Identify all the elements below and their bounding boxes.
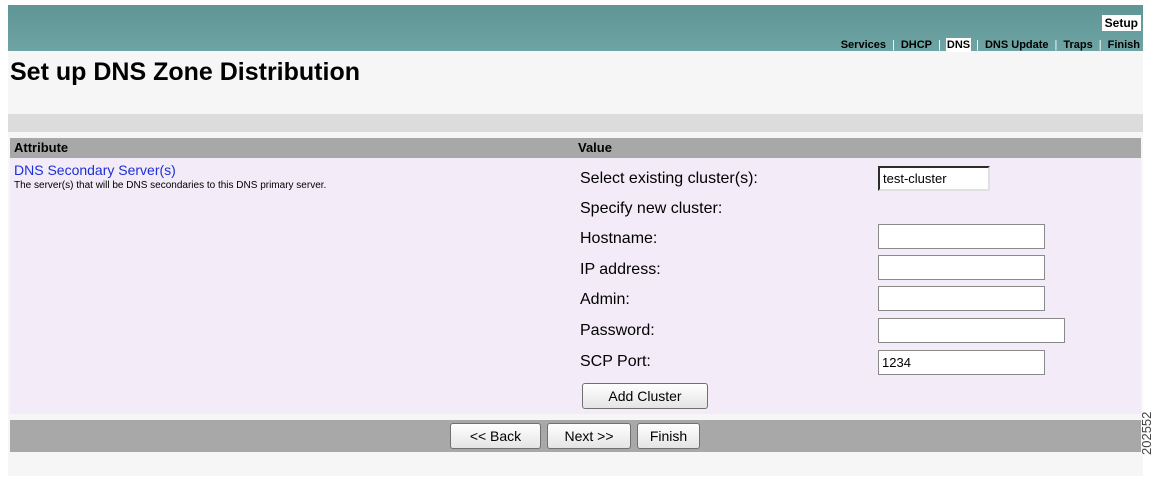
scp-port-label: SCP Port: [580, 353, 651, 370]
next-button[interactable]: Next >> [547, 423, 631, 449]
divider-bar [8, 114, 1143, 132]
attribute-column-header: Attribute [14, 140, 69, 155]
nav-item-services[interactable]: Services [840, 38, 887, 52]
attribute-name-link[interactable]: DNS Secondary Server(s) [14, 162, 176, 178]
select-cluster-field[interactable] [878, 166, 990, 191]
ip-address-input[interactable] [878, 255, 1045, 280]
back-button[interactable]: << Back [450, 423, 541, 449]
nav-item-traps[interactable]: Traps [1062, 38, 1093, 52]
top-navigation-bar: Setup Services | DHCP | DNS | DNS Update… [8, 5, 1143, 52]
nav-item-dhcp[interactable]: DHCP [900, 38, 933, 52]
attribute-row: DNS Secondary Server(s) The server(s) th… [10, 158, 1141, 414]
password-input[interactable] [878, 318, 1065, 343]
attribute-description: The server(s) that will be DNS secondari… [14, 180, 327, 191]
add-cluster-button[interactable]: Add Cluster [582, 383, 708, 409]
nav-item-finish[interactable]: Finish [1107, 38, 1141, 52]
admin-input[interactable] [878, 286, 1045, 311]
page: Setup Services | DHCP | DNS | DNS Update… [0, 0, 1157, 481]
wizard-nav: Services | DHCP | DNS | DNS Update | Tra… [840, 38, 1141, 52]
new-cluster-label: Specify new cluster: [580, 200, 723, 217]
hostname-label: Hostname: [580, 230, 658, 247]
table-header: Attribute Value [10, 138, 1141, 158]
ip-address-label: IP address: [580, 261, 661, 278]
value-column-header: Value [578, 140, 612, 155]
admin-label: Admin: [580, 291, 630, 308]
setup-tab[interactable]: Setup [1101, 15, 1141, 31]
password-label: Password: [580, 322, 655, 339]
page-title: Set up DNS Zone Distribution [10, 58, 360, 86]
nav-separator: | [891, 39, 895, 51]
scp-port-input[interactable] [878, 350, 1045, 375]
nav-item-dns[interactable]: DNS [945, 38, 972, 52]
nav-item-dns-update[interactable]: DNS Update [984, 38, 1050, 52]
hostname-input[interactable] [878, 224, 1045, 249]
figure-id: 202552 [1139, 411, 1154, 455]
finish-button[interactable]: Finish [637, 423, 700, 449]
nav-separator: | [1054, 39, 1058, 51]
nav-separator: | [976, 39, 979, 51]
nav-separator: | [938, 39, 941, 51]
button-bar: << Back Next >> Finish [10, 420, 1141, 452]
nav-separator: | [1098, 39, 1102, 51]
select-cluster-label: Select existing cluster(s): [580, 170, 758, 187]
